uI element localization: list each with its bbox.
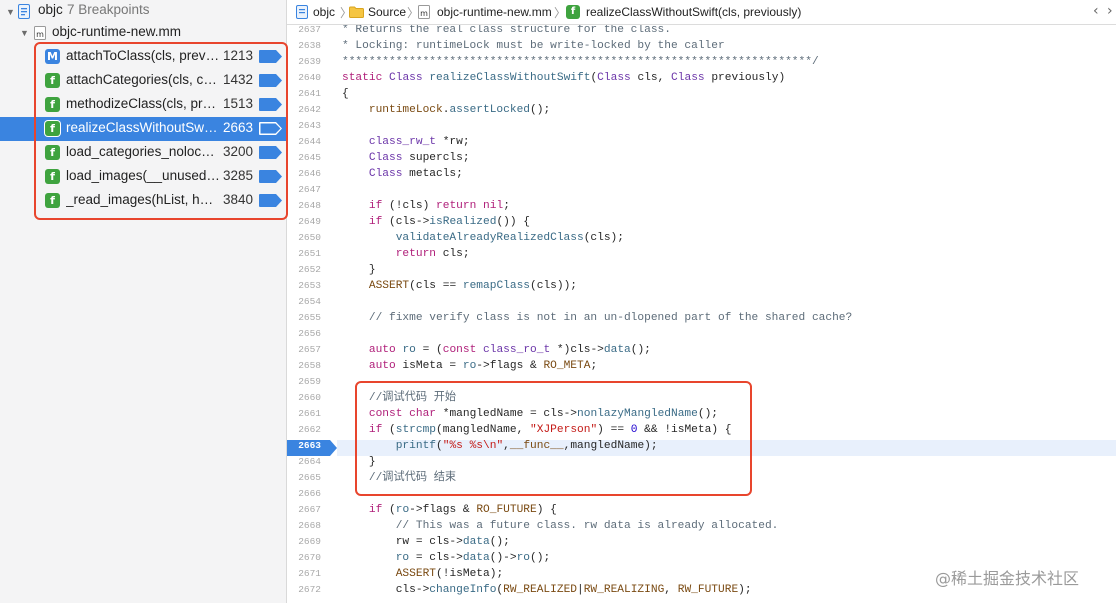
line-number: 2650 bbox=[298, 232, 321, 243]
line-number: 2642 bbox=[298, 104, 321, 115]
line-number: 2641 bbox=[298, 88, 321, 99]
line-number: 2653 bbox=[298, 280, 321, 291]
code-line: return cls; bbox=[395, 248, 470, 260]
line-number: 2665 bbox=[298, 472, 321, 483]
code-line: if (cls->isRealized()) { bbox=[368, 216, 531, 228]
code-line: auto ro = (const class_ro_t *)cls->data(… bbox=[368, 344, 651, 356]
code-line: cls->changeInfo(RW_REALIZED|RW_REALIZING… bbox=[342, 584, 752, 596]
project-icon bbox=[18, 4, 30, 19]
line-number: 2659 bbox=[298, 376, 321, 387]
line-number: 2640 bbox=[298, 72, 321, 83]
line-number: 2637 bbox=[298, 24, 321, 35]
line-number: 2657 bbox=[298, 344, 321, 355]
code-line: if (ro->flags & RO_FUTURE) { bbox=[368, 504, 557, 516]
svg-text:m: m bbox=[420, 9, 428, 18]
code-line: static Class realizeClassWithoutSwift(Cl… bbox=[342, 72, 786, 84]
jumpbar-item-file[interactable]: objc-runtime-new.mm bbox=[437, 5, 552, 19]
line-number: 2638 bbox=[298, 40, 321, 51]
chevron-right-icon: 〉 bbox=[554, 6, 567, 20]
code-line: * Returns the real class structure for t… bbox=[342, 25, 671, 36]
line-number: 2648 bbox=[298, 200, 321, 211]
folder-icon bbox=[349, 6, 364, 18]
line-number: 2639 bbox=[298, 56, 321, 67]
line-number: 2651 bbox=[298, 248, 321, 259]
function-icon: f bbox=[566, 5, 580, 19]
objc-file-icon: m bbox=[418, 5, 430, 19]
code-line: * Locking: runtimeLock must be write-loc… bbox=[342, 40, 725, 52]
code-line: // fixme verify class is not in an un-dl… bbox=[342, 312, 853, 324]
objc-file-icon: m bbox=[34, 26, 46, 40]
line-number: 2644 bbox=[298, 136, 321, 147]
jumpbar-item-function[interactable]: realizeClassWithoutSwift(cls, previously… bbox=[586, 5, 801, 19]
code-line: } bbox=[342, 264, 376, 276]
line-number: 2645 bbox=[298, 152, 321, 163]
line-number: 2664 bbox=[298, 456, 321, 467]
code-line: Class metacls; bbox=[368, 168, 463, 180]
jump-bar: objc 〉 Source 〉 m objc-runtime-new.mm 〉 … bbox=[287, 0, 1116, 25]
line-number: 2647 bbox=[298, 184, 321, 195]
line-number: 2670 bbox=[298, 552, 321, 563]
svg-text:m: m bbox=[36, 30, 44, 39]
next-issue-icon[interactable]: › bbox=[1107, 3, 1113, 19]
project-name: objc bbox=[38, 2, 63, 17]
line-number: 2658 bbox=[298, 360, 321, 371]
code-line: auto isMeta = ro->flags & RO_META; bbox=[368, 360, 598, 372]
debug-code-highlight-box bbox=[355, 381, 752, 496]
line-number: 2643 bbox=[298, 120, 321, 131]
line-number-gutter: 2637 2638 2639 2640 2641 2642 2643 2644 2645 2646… bbox=[287, 24, 337, 603]
line-number: 2652 bbox=[298, 264, 321, 275]
jumpbar-item-project[interactable]: objc bbox=[313, 5, 335, 19]
line-number: 2655 bbox=[298, 312, 321, 323]
code-line: // This was a future class. rw data is a… bbox=[342, 520, 779, 532]
code-line: ASSERT(cls == remapClass(cls)); bbox=[368, 280, 578, 292]
code-line: class_rw_t *rw; bbox=[368, 136, 470, 148]
breakpoint-highlight-box bbox=[34, 42, 288, 220]
previous-issue-icon[interactable]: ‹ bbox=[1093, 3, 1099, 19]
code-line: { bbox=[342, 88, 349, 100]
line-number: 2649 bbox=[298, 216, 321, 227]
disclosure-triangle-icon[interactable]: ▼ bbox=[6, 7, 15, 17]
code-line: if (!cls) return nil; bbox=[368, 200, 510, 212]
line-number: 2672 bbox=[298, 584, 321, 595]
code-line: rw = cls->data(); bbox=[342, 536, 510, 548]
project-icon bbox=[296, 5, 308, 19]
line-number: 2654 bbox=[298, 296, 321, 307]
disclosure-triangle-icon[interactable]: ▼ bbox=[20, 28, 29, 38]
line-number: 2663 bbox=[298, 440, 321, 451]
line-number: 2661 bbox=[298, 408, 321, 419]
code-line: ****************************************… bbox=[342, 56, 819, 68]
watermark: @稀土掘金技术社区 bbox=[935, 569, 1080, 588]
source-editor[interactable]: * Returns the real class structure for t… bbox=[337, 25, 1116, 603]
line-number: 2656 bbox=[298, 328, 321, 339]
code-line: Class supercls; bbox=[368, 152, 470, 164]
line-number: 2646 bbox=[298, 168, 321, 179]
line-number: 2667 bbox=[298, 504, 321, 515]
line-number: 2669 bbox=[298, 536, 321, 547]
line-number: 2671 bbox=[298, 568, 321, 579]
code-line: validateAlreadyRealizedClass(cls); bbox=[395, 232, 624, 244]
file-name: objc-runtime-new.mm bbox=[52, 24, 182, 39]
line-number: 2668 bbox=[298, 520, 321, 531]
jumpbar-item-folder[interactable]: Source bbox=[368, 5, 406, 19]
code-line: ro = cls->data()->ro(); bbox=[395, 552, 551, 564]
breakpoint-count: 7 Breakpoints bbox=[67, 2, 150, 17]
line-number: 2666 bbox=[298, 488, 321, 499]
line-number: 2662 bbox=[298, 424, 321, 435]
code-line: ASSERT(!isMeta); bbox=[395, 568, 504, 580]
code-line: runtimeLock.assertLocked(); bbox=[368, 104, 551, 116]
line-number: 2660 bbox=[298, 392, 321, 403]
